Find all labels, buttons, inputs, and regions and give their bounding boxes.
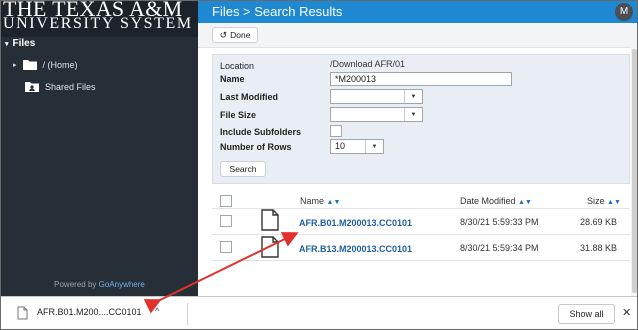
done-button[interactable]: ↺ Done	[212, 27, 258, 43]
shared-folder-icon	[25, 82, 39, 92]
file-size-select[interactable]: ▼	[330, 107, 423, 122]
rows-label: Number of Rows	[220, 142, 292, 152]
sidebar-item-home[interactable]: ▸ / (Home)	[13, 59, 78, 70]
close-icon[interactable]: ✕	[622, 306, 631, 319]
sidebar: THE TEXAS A&M UNIVERSITY SYSTEM ▾ Files …	[1, 1, 198, 296]
date-modified-cell: 8/30/21 5:59:33 PM	[460, 217, 539, 227]
goanywhere-link[interactable]: GoAnywhere	[99, 280, 145, 289]
row-checkbox[interactable]	[220, 241, 232, 253]
file-size-label: File Size	[220, 110, 257, 120]
column-header-label: Date Modified	[460, 196, 516, 206]
brand-logo: THE TEXAS A&M UNIVERSITY SYSTEM	[1, 1, 198, 37]
row-divider	[212, 260, 630, 261]
powered-by-text: Powered by	[54, 280, 99, 289]
search-button-label: Search	[229, 164, 257, 174]
search-button[interactable]: Search	[220, 161, 266, 177]
file-icon	[261, 236, 279, 258]
column-header-label: Name	[300, 196, 325, 206]
location-value: /Download AFR/01	[330, 59, 406, 69]
row-checkbox[interactable]	[220, 215, 232, 227]
download-item[interactable]: AFR.B01.M200....CC0101 ^	[1, 297, 198, 329]
file-icon	[261, 209, 279, 231]
page-title: Files > Search Results	[212, 4, 343, 19]
chevron-up-icon[interactable]: ^	[155, 306, 159, 316]
browser-window: THE TEXAS A&M UNIVERSITY SYSTEM ▾ Files …	[0, 0, 638, 330]
download-bar: AFR.B01.M200....CC0101 ^ Show all ✕	[1, 296, 637, 329]
size-cell: 28.69 KB	[580, 217, 618, 227]
sort-icon: ▲▼	[518, 199, 532, 206]
last-modified-label: Last Modified	[220, 92, 278, 102]
divider	[187, 303, 188, 325]
download-file-name: AFR.B01.M200....CC0101	[37, 307, 142, 317]
scrollbar-thumb[interactable]	[632, 49, 637, 293]
column-header-date-modified[interactable]: Date Modified ▲▼	[460, 196, 532, 206]
search-form: Location /Download AFR/01 Name *M200013 …	[212, 54, 630, 184]
chevron-down-icon: ▼	[365, 140, 383, 153]
rows-value: 10	[335, 141, 346, 151]
chevron-down-icon: ▼	[404, 90, 422, 103]
scrollbar[interactable]	[631, 47, 637, 296]
column-header-name[interactable]: Name ▲▼	[300, 196, 340, 206]
powered-by: Powered by GoAnywhere	[1, 280, 198, 289]
column-header-size[interactable]: Size ▲▼	[587, 196, 621, 206]
undo-icon: ↺	[219, 29, 228, 40]
chevron-down-icon: ▼	[404, 108, 422, 121]
sort-icon: ▲▼	[326, 199, 341, 206]
files-section-header[interactable]: ▾ Files	[5, 38, 35, 49]
show-all-label: Show all	[569, 309, 604, 319]
name-label: Name	[220, 74, 245, 84]
column-header-label: Size	[587, 196, 605, 206]
document-icon	[17, 306, 28, 320]
select-all-checkbox[interactable]	[220, 195, 232, 207]
avatar[interactable]: M	[615, 3, 633, 21]
done-button-label: Done	[230, 30, 251, 40]
row-divider	[212, 234, 630, 235]
file-name-link[interactable]: AFR.B13.M200013.CC0101	[299, 244, 412, 254]
sidebar-item-label: Shared Files	[45, 81, 96, 92]
date-modified-cell: 8/30/21 5:59:34 PM	[460, 243, 539, 253]
sidebar-item-label: / (Home)	[42, 59, 78, 70]
sort-icon: ▲▼	[607, 199, 621, 206]
location-label: Location	[220, 61, 255, 71]
include-subfolders-label: Include Subfolders	[220, 127, 302, 137]
rows-select[interactable]: 10 ▼	[330, 139, 384, 154]
brand-line-2: UNIVERSITY SYSTEM	[3, 15, 193, 32]
name-input[interactable]: *M200013	[330, 72, 512, 86]
title-bar: Files > Search Results M	[198, 1, 637, 23]
main-panel: Files > Search Results M ↺ Done Location…	[198, 1, 637, 296]
file-name-link[interactable]: AFR.B01.M200013.CC0101	[299, 218, 412, 228]
last-modified-select[interactable]: ▼	[330, 89, 423, 104]
chevron-down-icon: ▾	[5, 40, 9, 48]
files-section-label: Files	[12, 38, 36, 49]
show-all-button[interactable]: Show all	[558, 304, 615, 324]
include-subfolders-checkbox[interactable]	[330, 125, 342, 137]
toolbar: ↺ Done	[198, 23, 637, 48]
chevron-right-icon: ▸	[13, 61, 17, 69]
size-cell: 31.88 KB	[580, 243, 618, 253]
sidebar-item-shared-files[interactable]: Shared Files	[25, 81, 96, 92]
folder-icon	[22, 60, 37, 70]
